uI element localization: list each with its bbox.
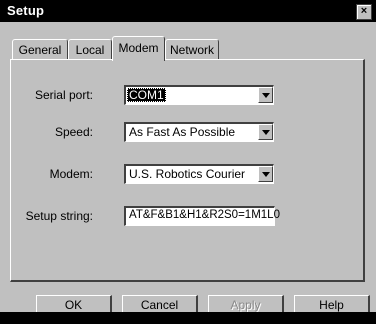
chevron-down-icon bbox=[262, 93, 270, 98]
tab-modem[interactable]: Modem bbox=[112, 36, 165, 61]
help-button-label: Help bbox=[319, 298, 344, 312]
modem-dropdown-button[interactable] bbox=[258, 166, 273, 182]
tab-network[interactable]: Network bbox=[165, 39, 219, 59]
modem-label: Modem: bbox=[49, 167, 93, 181]
chevron-down-icon bbox=[262, 130, 270, 135]
setup-string-label: Setup string: bbox=[25, 209, 93, 223]
apply-button-label: Apply bbox=[230, 298, 261, 312]
tab-general-label: General bbox=[18, 43, 62, 57]
tab-network-label: Network bbox=[169, 43, 214, 57]
setup-string-value: AT&F&B1&H1&R2S0=1M1L0 bbox=[129, 209, 280, 221]
serial-port-dropdown-button[interactable] bbox=[258, 87, 273, 103]
speed-label: Speed: bbox=[54, 125, 93, 139]
close-icon: × bbox=[360, 5, 368, 17]
tab-general[interactable]: General bbox=[12, 39, 68, 59]
setup-dialog: Setup × General Local Modem Network Seri… bbox=[0, 0, 376, 312]
modem-select[interactable]: U.S. Robotics Courier bbox=[124, 164, 274, 184]
serial-port-value: COM1 bbox=[127, 88, 166, 102]
cancel-button[interactable]: Cancel bbox=[122, 295, 198, 312]
speed-select[interactable]: As Fast As Possible bbox=[124, 122, 274, 142]
window-title: Setup bbox=[7, 3, 45, 18]
modem-tab-panel: Serial port: COM1 Speed: As Fast As Poss… bbox=[10, 59, 365, 282]
cancel-button-label: Cancel bbox=[140, 298, 179, 312]
ok-button-label: OK bbox=[64, 298, 83, 312]
help-button[interactable]: Help bbox=[294, 295, 370, 312]
title-bar: Setup × bbox=[0, 0, 376, 22]
setup-string-input[interactable]: AT&F&B1&H1&R2S0=1M1L0 bbox=[124, 206, 280, 226]
tab-modem-label: Modem bbox=[118, 41, 159, 55]
chevron-down-icon bbox=[262, 172, 270, 177]
serial-port-label: Serial port: bbox=[34, 88, 93, 102]
tab-local[interactable]: Local bbox=[68, 39, 112, 59]
speed-value: As Fast As Possible bbox=[129, 125, 236, 139]
tab-local-label: Local bbox=[75, 43, 105, 57]
serial-port-select[interactable]: COM1 bbox=[124, 85, 274, 105]
speed-dropdown-button[interactable] bbox=[258, 124, 273, 140]
screen-border bbox=[0, 312, 376, 324]
modem-value: U.S. Robotics Courier bbox=[129, 167, 246, 181]
close-button[interactable]: × bbox=[356, 4, 372, 20]
apply-button[interactable]: Apply bbox=[208, 295, 284, 312]
ok-button[interactable]: OK bbox=[36, 295, 112, 312]
